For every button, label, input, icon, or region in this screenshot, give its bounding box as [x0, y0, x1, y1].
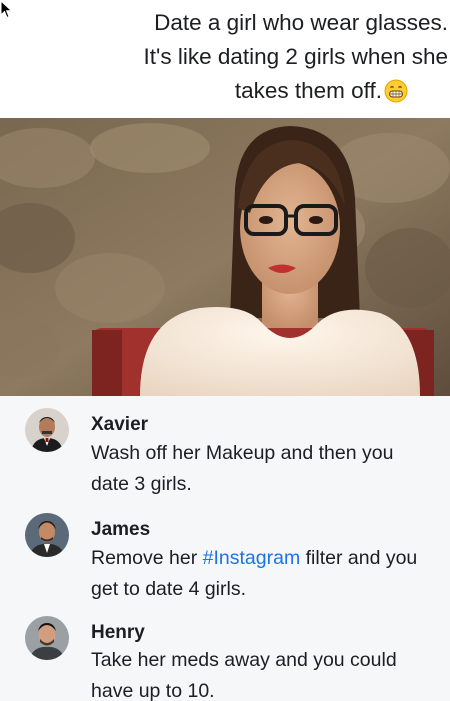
- comment-text-line-2: date 3 girls.: [91, 473, 192, 495]
- avatar-henry[interactable]: [25, 616, 69, 660]
- comment-author[interactable]: James: [91, 519, 150, 541]
- comment-xavier: Xavier Wash off her Makeup and then you …: [0, 396, 450, 501]
- comment-henry: Henry Take her meds away and you could h…: [0, 606, 450, 701]
- comment-text-line-1: Remove her #Instagram filter and you: [91, 543, 449, 574]
- comment-author[interactable]: Xavier: [91, 414, 148, 436]
- caption-line-2: It's like dating 2 girls when she: [143, 44, 448, 69]
- comment-text-line-1: Wash off her Makeup and then you: [91, 442, 394, 464]
- caption-line-1: Date a girl who wear glasses.: [154, 10, 448, 35]
- comment-text-pre: Remove her: [91, 547, 203, 569]
- comment-text: Take her meds away and you could have up…: [91, 645, 449, 701]
- caption-line-3-wrapper: takes them off.: [0, 74, 448, 108]
- grinning-face-icon: [384, 79, 408, 103]
- comment-james: James Remove her #Instagram filter and y…: [0, 501, 450, 606]
- comments-section: Xavier Wash off her Makeup and then you …: [0, 396, 450, 701]
- comment-text-line-2: get to date 4 girls.: [91, 578, 247, 600]
- hashtag-link[interactable]: #Instagram: [203, 547, 301, 569]
- comment-text: Wash off her Makeup and then you date 3 …: [91, 438, 449, 500]
- avatar-james-image: [25, 513, 69, 557]
- post-photo[interactable]: [0, 118, 450, 396]
- avatar-xavier-image: [25, 408, 69, 452]
- comment-text-post: filter and you: [300, 547, 418, 569]
- comment-text: Remove her #Instagram filter and you get…: [91, 543, 449, 605]
- comment-text-line-1: Take her meds away and you could: [91, 649, 397, 671]
- photo-woman-with-glasses: [0, 118, 450, 396]
- post-caption: Date a girl who wear glasses. It's like …: [0, 6, 450, 108]
- comment-author[interactable]: Henry: [91, 622, 145, 644]
- avatar-xavier[interactable]: [25, 408, 69, 452]
- avatar-james[interactable]: [25, 513, 69, 557]
- caption-line-3: takes them off.: [234, 78, 382, 103]
- comment-text-line-2: have up to 10.: [91, 680, 215, 701]
- avatar-henry-image: [25, 616, 69, 660]
